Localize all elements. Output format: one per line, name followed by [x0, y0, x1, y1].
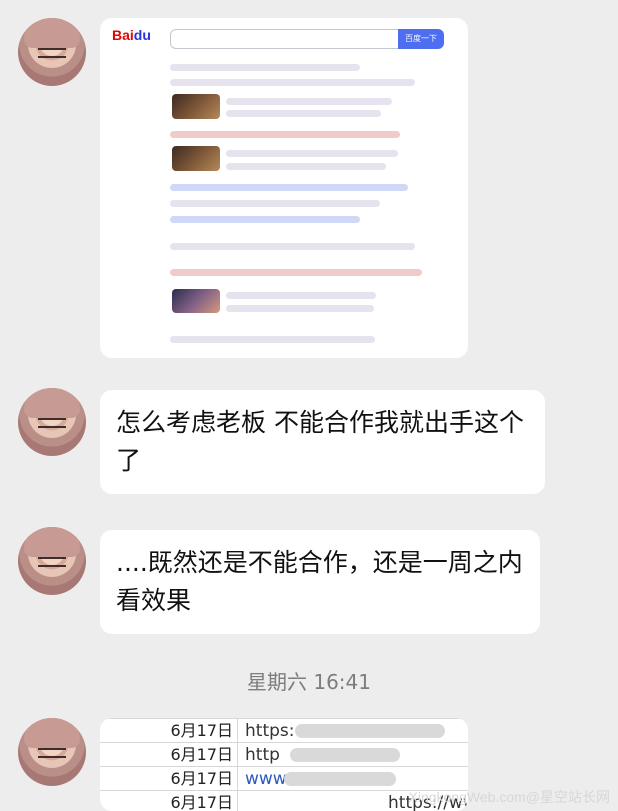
avatar[interactable] — [18, 388, 86, 456]
blurred-result-line — [170, 184, 408, 191]
blurred-result-line — [226, 163, 386, 170]
message-text: ....既然还是不能合作，还是一周之内看效果 — [116, 548, 523, 615]
blurred-result-line — [226, 292, 376, 299]
blurred-result-line — [170, 79, 415, 86]
blurred-url — [290, 748, 400, 762]
avatar[interactable] — [18, 718, 86, 786]
chat-timestamp: 星期六 16:41 — [247, 670, 371, 694]
table-row: 6月17日 http — [100, 742, 468, 767]
blurred-result-line — [226, 110, 381, 117]
watermark: XingkongWeb.com@星空站长网 — [408, 789, 610, 805]
date-cell: 6月17日 — [100, 719, 238, 743]
chat-bubble[interactable]: ....既然还是不能合作，还是一周之内看效果 — [100, 530, 540, 634]
blurred-result-line — [170, 64, 360, 71]
avatar[interactable] — [18, 18, 86, 86]
blurred-result-line — [170, 131, 400, 138]
blurred-result-line — [170, 336, 375, 343]
table-row: 6月17日 https: — [100, 718, 468, 743]
blurred-result-line — [226, 150, 398, 157]
blurred-result-line — [170, 269, 422, 276]
blurred-result-line — [226, 98, 392, 105]
baidu-search-header: Baidu 百度一下 — [112, 26, 444, 50]
result-thumbnail — [172, 289, 220, 313]
date-cell: 6月17日 — [100, 743, 238, 767]
result-thumbnail — [172, 146, 220, 171]
avatar[interactable] — [18, 527, 86, 595]
date-cell: 6月17日 — [100, 791, 238, 811]
url-cell: http — [245, 745, 280, 765]
blurred-result-line — [170, 243, 415, 250]
blurred-result-line — [170, 216, 360, 223]
blurred-result-line — [226, 305, 374, 312]
chat-bubble[interactable]: 怎么考虑老板 不能合作我就出手这个了 — [100, 390, 545, 494]
search-button: 百度一下 — [398, 29, 444, 49]
date-cell: 6月17日 — [100, 767, 238, 791]
message-text: 怎么考虑老板 不能合作我就出手这个了 — [116, 408, 524, 475]
search-input — [170, 29, 404, 49]
blurred-url — [284, 772, 396, 786]
blurred-url — [295, 724, 445, 738]
blurred-result-line — [170, 200, 380, 207]
screenshot-message[interactable]: Baidu 百度一下 — [100, 18, 468, 358]
baidu-logo: Baidu — [112, 27, 151, 43]
result-thumbnail — [172, 94, 220, 119]
url-cell: https: — [245, 721, 295, 741]
